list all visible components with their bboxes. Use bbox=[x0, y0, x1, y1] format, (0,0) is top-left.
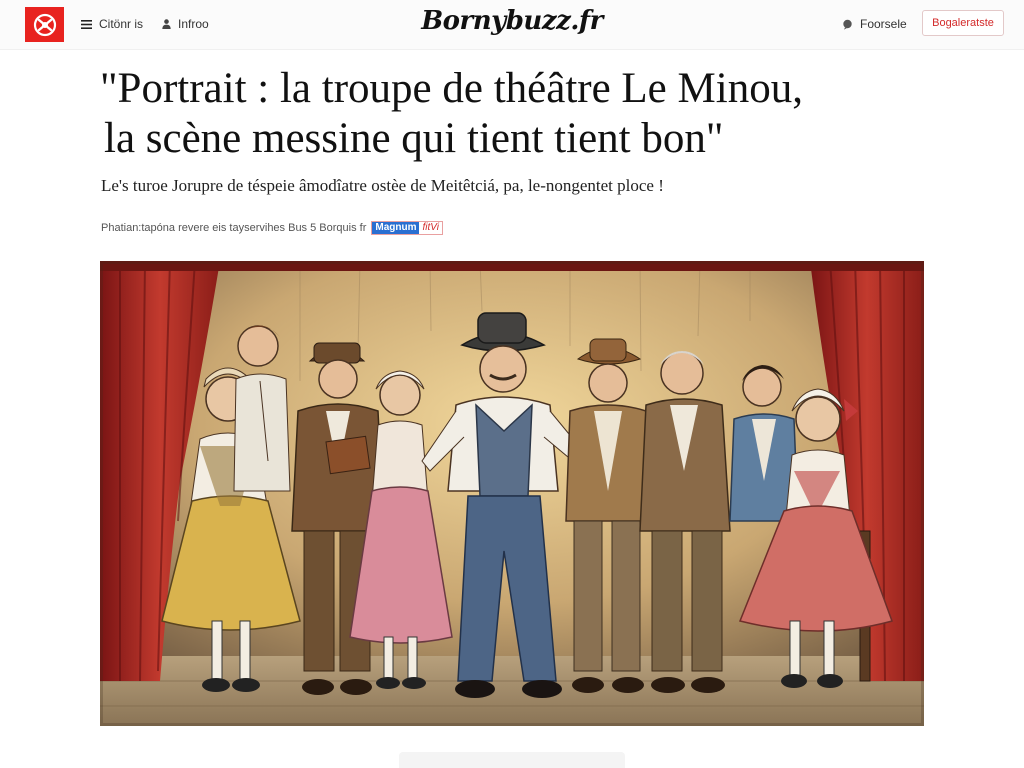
credit-badge-secondary: fitVi bbox=[422, 222, 439, 233]
top-bar: Citönr is Infroo Bornybuzz.fr Foorsele B… bbox=[0, 0, 1024, 50]
headline-line-1: "Portrait : la troupe de théâtre Le Mino… bbox=[100, 65, 803, 112]
info-label: Infroo bbox=[178, 17, 209, 31]
photo-credit-badge[interactable]: Magnum fitVi bbox=[371, 221, 443, 235]
footer-placeholder bbox=[399, 752, 625, 768]
user-icon bbox=[162, 19, 171, 29]
byline-text: Phatian:tapóna revere eis tayservihes Bu… bbox=[101, 222, 367, 234]
hero-image[interactable] bbox=[100, 261, 924, 726]
article-headline: "Portrait : la troupe de théâtre Le Mino… bbox=[100, 64, 930, 164]
hamburger-icon bbox=[81, 19, 92, 29]
credit-badge-primary: Magnum bbox=[372, 222, 420, 234]
subscribe-button[interactable]: Bogaleratste bbox=[922, 10, 1004, 36]
logo-icon bbox=[33, 13, 56, 36]
article-byline: Phatian:tapóna revere eis tayservihes Bu… bbox=[101, 220, 443, 236]
search-label: Foorsele bbox=[860, 17, 907, 31]
article-subtitle: Le's turoe Jorupre de téspeie âmodîatre … bbox=[101, 176, 664, 195]
menu-button[interactable]: Citönr is bbox=[81, 16, 143, 32]
theatre-illustration bbox=[100, 261, 924, 726]
search-link[interactable]: Foorsele bbox=[842, 16, 907, 32]
brand-title[interactable]: Bornybuzz.fr bbox=[421, 6, 603, 36]
headline-line-2: la scène messine qui tient tient bon" bbox=[104, 115, 724, 162]
site-logo[interactable] bbox=[25, 7, 64, 42]
menu-label: Citönr is bbox=[99, 17, 144, 31]
info-link[interactable]: Infroo bbox=[162, 16, 209, 32]
chat-icon bbox=[842, 19, 853, 30]
